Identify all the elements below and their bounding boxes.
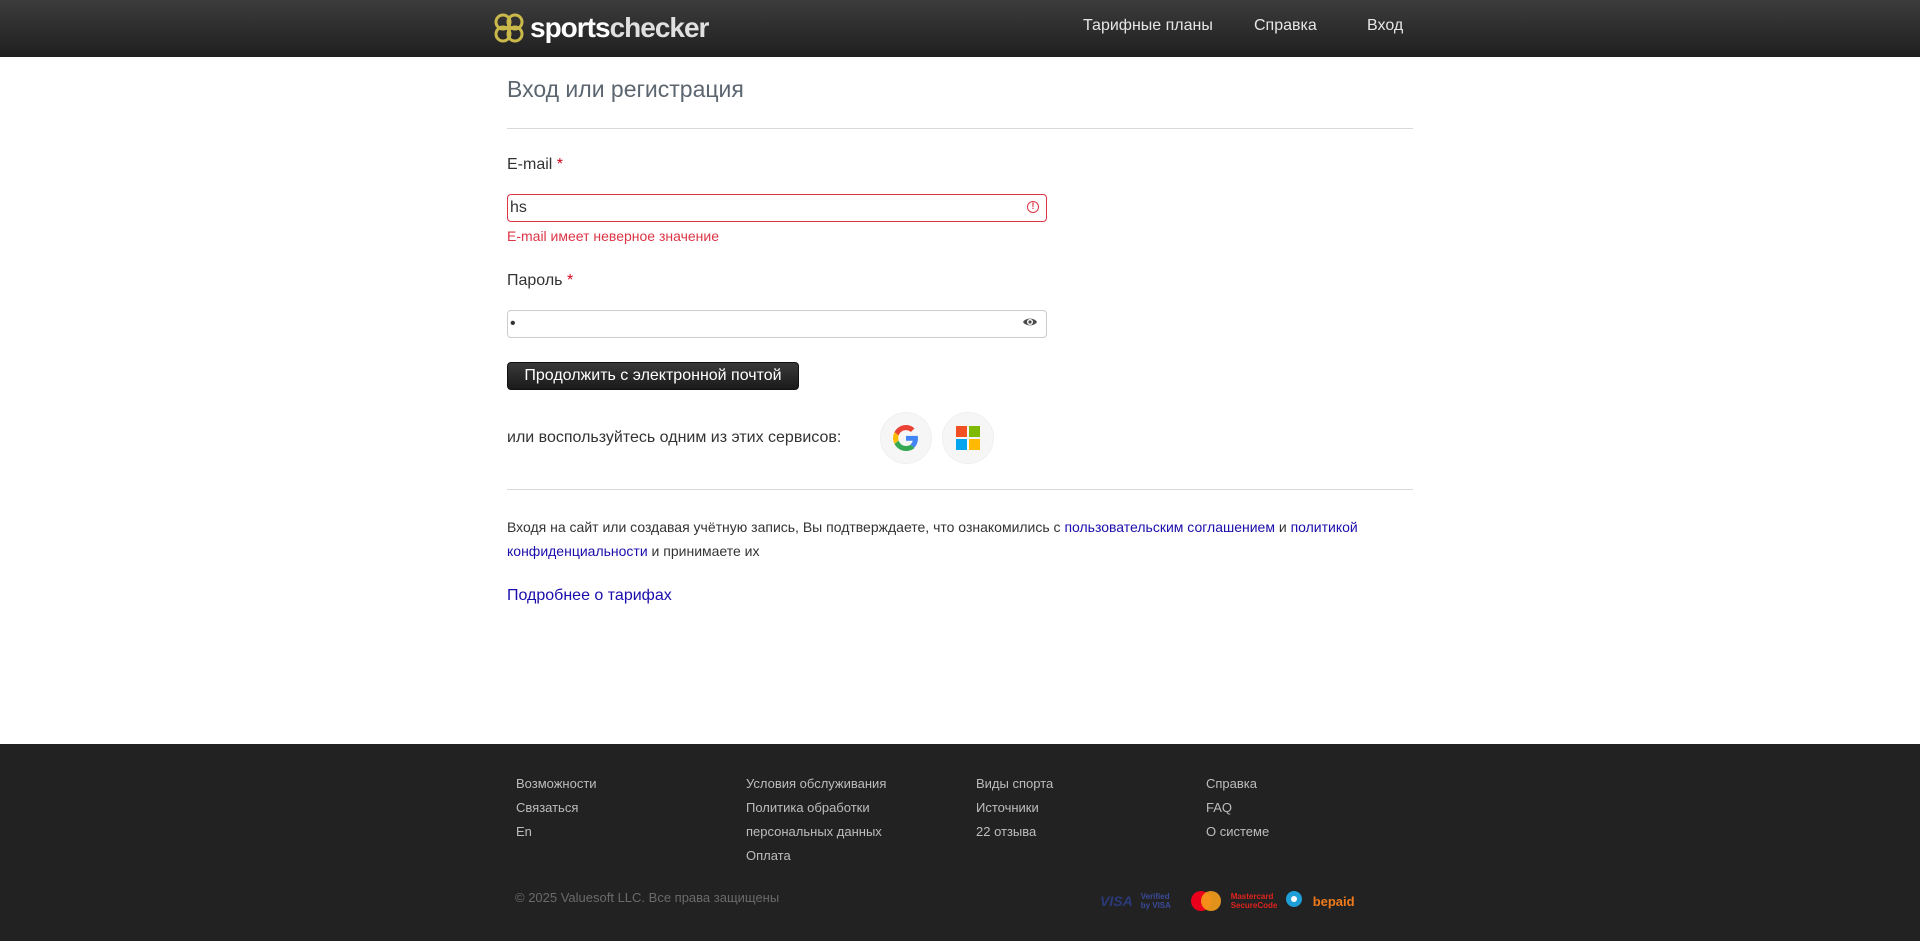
mastercard-icon bbox=[1190, 891, 1221, 911]
footer-link-help[interactable]: Справка bbox=[1206, 772, 1269, 796]
footer-link-language[interactable]: En bbox=[516, 820, 597, 844]
consent-text: Входя на сайт или создавая учётную запис… bbox=[507, 519, 1358, 559]
footer-link-payment[interactable]: Оплата bbox=[746, 844, 906, 868]
footer-link-terms[interactable]: Условия обслуживания bbox=[746, 772, 906, 796]
connectpay-icon bbox=[1285, 891, 1302, 907]
footer-link-contact[interactable]: Связаться bbox=[516, 796, 597, 820]
footer-column-3: Виды спорта Источники 22 отзыва bbox=[976, 772, 1053, 844]
payment-logos: VISA Verified by VISA Mastercard SecureC… bbox=[1100, 888, 1355, 914]
logo-wordmark: sportschecker bbox=[530, 12, 709, 43]
page-title: Вход или регистрация bbox=[507, 76, 744, 102]
visa-logo: VISA bbox=[1100, 893, 1133, 909]
footer-link-sports[interactable]: Виды спорта bbox=[976, 772, 1053, 796]
password-label: Пароль * bbox=[507, 272, 574, 289]
footer-column-2: Условия обслуживания Политика обработки … bbox=[746, 772, 906, 868]
securecode-logo: Mastercard SecureCode bbox=[1230, 892, 1278, 910]
email-label: E-mail * bbox=[507, 156, 564, 173]
nav-login-link[interactable]: Вход bbox=[1367, 17, 1403, 35]
required-mark: * bbox=[556, 156, 564, 173]
footer-link-sources[interactable]: Источники bbox=[976, 796, 1053, 820]
copyright-text: © 2025 Valuesoft LLC. Все права защищены bbox=[515, 890, 780, 905]
nav-help-link[interactable]: Справка bbox=[1254, 17, 1317, 35]
microsoft-login-button[interactable] bbox=[943, 413, 993, 463]
title-divider bbox=[507, 128, 1413, 129]
footer-column-1: Возможности Связаться En bbox=[516, 772, 597, 844]
bepaid-logo: bepaid bbox=[1312, 893, 1355, 909]
nav-pricing-link[interactable]: Тарифные планы bbox=[1083, 17, 1213, 35]
page-footer: Возможности Связаться En Условия обслужи… bbox=[0, 744, 1920, 941]
oauth-prompt: или воспользуйтесь одним из этих сервисо… bbox=[507, 429, 842, 446]
google-login-button[interactable] bbox=[881, 413, 931, 463]
footer-link-reviews[interactable]: 22 отзыва bbox=[976, 820, 1053, 844]
user-agreement-link[interactable]: пользовательским соглашением bbox=[1064, 519, 1275, 535]
email-field[interactable] bbox=[507, 194, 1047, 222]
pricing-details-link[interactable]: Подробнее о тарифах bbox=[507, 587, 672, 605]
password-field[interactable] bbox=[507, 310, 1047, 338]
verified-by-visa-logo: Verified by VISA bbox=[1140, 892, 1171, 910]
clover-logo-icon bbox=[494, 13, 524, 43]
oauth-divider bbox=[507, 489, 1413, 490]
footer-column-4: Справка FAQ О системе bbox=[1206, 772, 1269, 844]
show-password-eye-icon[interactable] bbox=[1022, 316, 1038, 328]
footer-link-about[interactable]: О системе bbox=[1206, 820, 1269, 844]
google-icon bbox=[893, 425, 918, 451]
footer-link-faq[interactable]: FAQ bbox=[1206, 796, 1269, 820]
email-error-message: E-mail имеет неверное значение bbox=[507, 228, 720, 244]
microsoft-icon bbox=[956, 426, 980, 450]
top-header: sportschecker Тарифные планы Справка Вхо… bbox=[0, 0, 1920, 57]
site-logo[interactable]: sportschecker bbox=[490, 9, 709, 47]
footer-link-features[interactable]: Возможности bbox=[516, 772, 597, 796]
continue-with-email-button[interactable]: Продолжить с электронной почтой bbox=[507, 362, 799, 390]
footer-link-data-policy[interactable]: Политика обработки персональных данных bbox=[746, 796, 906, 844]
required-mark: * bbox=[566, 272, 574, 289]
error-icon: ! bbox=[1027, 201, 1039, 213]
